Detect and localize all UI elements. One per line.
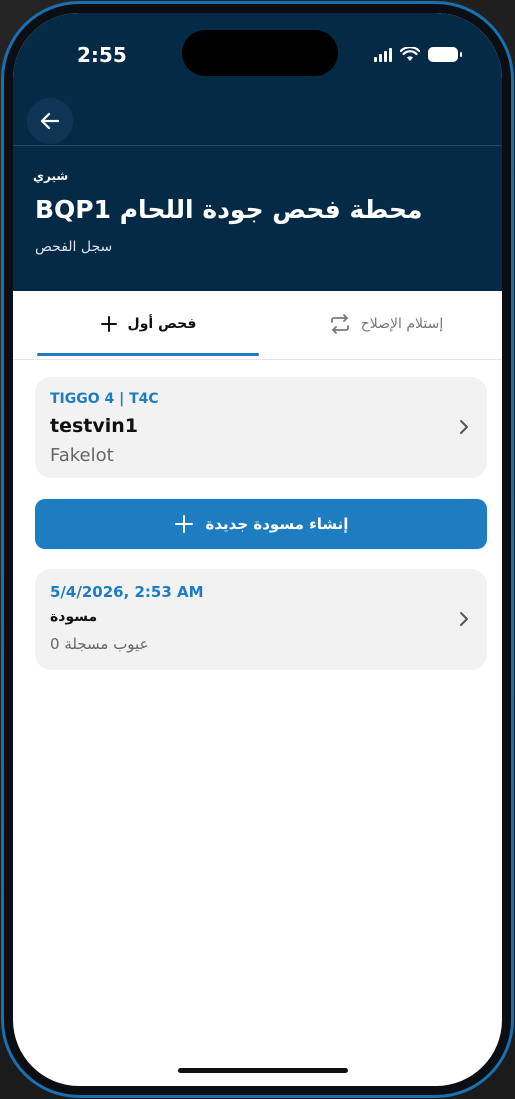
draft-card[interactable]: 5/4/2026, 2:53 AM مسودة عيوب مسجلة 0 xyxy=(35,569,487,670)
back-button[interactable] xyxy=(27,98,73,144)
dynamic-island xyxy=(182,30,338,76)
tab-active-indicator xyxy=(37,353,259,356)
phone-frame: 2:55 شيري محطة فحص جودة اللحام BQP1 سجل … xyxy=(1,1,514,1098)
vehicle-model: TIGGO 4 | T4C xyxy=(50,391,159,407)
draft-date: 5/4/2026, 2:53 AM xyxy=(50,583,204,601)
create-draft-label: إنشاء مسودة جديدة xyxy=(205,515,349,533)
brand-label: شيري xyxy=(33,169,69,183)
tab-repair-receipt[interactable]: إستلام الإصلاح xyxy=(275,291,497,357)
chevron-right-icon xyxy=(460,420,468,434)
chevron-right-icon xyxy=(460,612,468,626)
signal-icon xyxy=(374,47,392,62)
draft-status: مسودة xyxy=(50,609,98,625)
home-indicator[interactable] xyxy=(178,1068,348,1073)
status-icons xyxy=(374,47,462,62)
status-time: 2:55 xyxy=(77,43,127,67)
page-title: محطة فحص جودة اللحام BQP1 xyxy=(35,195,423,224)
vehicle-vin: testvin1 xyxy=(50,415,139,437)
vehicle-card[interactable]: TIGGO 4 | T4C testvin1 Fakelot xyxy=(35,377,487,478)
tab-first-inspection-label: فحص أول xyxy=(127,316,197,332)
wifi-icon xyxy=(400,47,420,61)
app-screen: 2:55 شيري محطة فحص جودة اللحام BQP1 سجل … xyxy=(13,13,502,1086)
vehicle-lot: Fakelot xyxy=(50,445,114,466)
tab-first-inspection[interactable]: فحص أول xyxy=(37,291,259,357)
page-subtitle: سجل الفحص xyxy=(35,239,113,255)
plus-icon xyxy=(174,515,193,533)
repeat-icon xyxy=(330,314,349,334)
header-divider xyxy=(13,145,502,146)
tab-bar: فحص أول إستلام الإصلاح xyxy=(13,291,502,360)
arrow-left-icon xyxy=(40,112,60,130)
draft-defect-count: عيوب مسجلة 0 xyxy=(50,635,149,653)
plus-icon xyxy=(100,316,117,332)
battery-icon xyxy=(428,47,462,62)
tab-repair-receipt-label: إستلام الإصلاح xyxy=(360,316,444,332)
app-header: 2:55 شيري محطة فحص جودة اللحام BQP1 سجل … xyxy=(13,13,502,291)
create-draft-button[interactable]: إنشاء مسودة جديدة xyxy=(35,499,487,549)
